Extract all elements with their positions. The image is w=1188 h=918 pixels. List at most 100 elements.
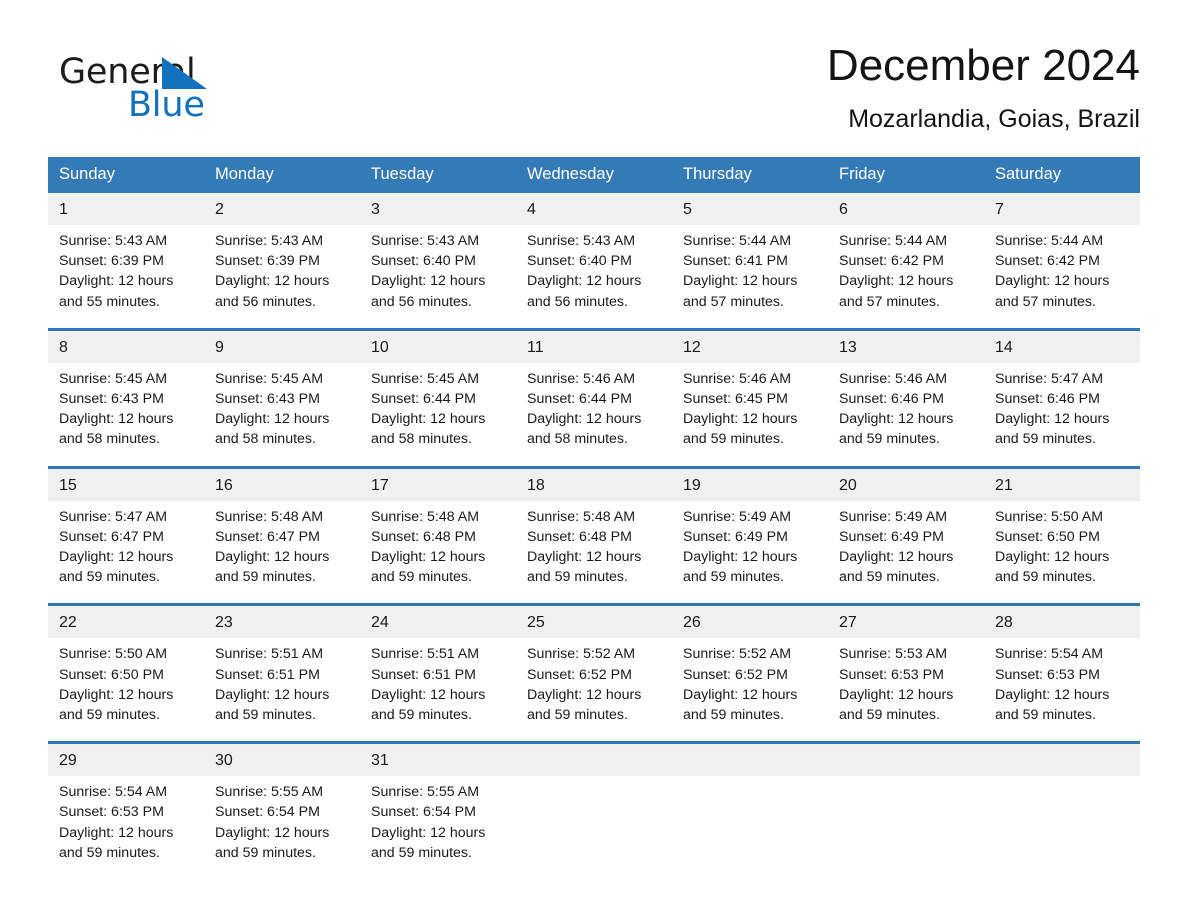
day-number: 24 [360, 606, 516, 639]
day-details: Sunrise: 5:53 AM Sunset: 6:53 PM Dayligh… [839, 646, 954, 724]
day-details [828, 776, 984, 886]
day-cell[interactable]: 28 Sunrise: 5:54 AM Sunset: 6:53 PM Dayl… [984, 603, 1140, 743]
day-cell[interactable]: 13 Sunrise: 5:46 AM Sunset: 6:46 PM Dayl… [828, 327, 984, 468]
day-details: Sunrise: 5:44 AM Sunset: 6:42 PM Dayligh… [995, 233, 1110, 310]
day-details: Sunrise: 5:46 AM Sunset: 6:46 PM Dayligh… [839, 370, 954, 448]
day-cell[interactable]: 11 Sunrise: 5:46 AM Sunset: 6:44 PM Dayl… [516, 327, 672, 468]
day-number: 11 [516, 330, 672, 363]
day-details: Sunrise: 5:48 AM Sunset: 6:47 PM Dayligh… [215, 508, 330, 586]
day-details [984, 776, 1140, 886]
day-number: 27 [828, 606, 984, 639]
day-details: Sunrise: 5:48 AM Sunset: 6:48 PM Dayligh… [527, 508, 642, 586]
day-cell-empty [828, 741, 984, 887]
weekday-header-wednesday: Wednesday [516, 157, 672, 193]
calendar-body: 1 Sunrise: 5:43 AM Sunset: 6:39 PM Dayli… [48, 193, 1140, 887]
day-number: 20 [828, 468, 984, 501]
day-details: Sunrise: 5:48 AM Sunset: 6:48 PM Dayligh… [371, 508, 486, 586]
day-cell[interactable]: 30 Sunrise: 5:55 AM Sunset: 6:54 PM Dayl… [204, 741, 360, 887]
day-details [672, 776, 828, 886]
calendar-header-row: Sunday Monday Tuesday Wednesday Thursday… [48, 157, 1140, 193]
day-details: Sunrise: 5:51 AM Sunset: 6:51 PM Dayligh… [371, 646, 486, 724]
day-cell[interactable]: 27 Sunrise: 5:53 AM Sunset: 6:53 PM Dayl… [828, 603, 984, 743]
day-cell[interactable]: 2 Sunrise: 5:43 AM Sunset: 6:39 PM Dayli… [204, 193, 360, 330]
day-number: 18 [516, 468, 672, 501]
day-number: 3 [360, 193, 516, 225]
day-cell[interactable]: 16 Sunrise: 5:48 AM Sunset: 6:47 PM Dayl… [204, 465, 360, 605]
day-number: 19 [672, 468, 828, 501]
day-details: Sunrise: 5:49 AM Sunset: 6:49 PM Dayligh… [683, 508, 798, 586]
day-cell[interactable]: 10 Sunrise: 5:45 AM Sunset: 6:44 PM Dayl… [360, 327, 516, 468]
calendar-table: Sunday Monday Tuesday Wednesday Thursday… [48, 157, 1140, 887]
generalblue-logo[interactable]: General Blue [59, 52, 319, 136]
page-title: December 2024 [826, 41, 1140, 90]
day-cell[interactable]: 29 Sunrise: 5:54 AM Sunset: 6:53 PM Dayl… [48, 741, 204, 887]
weekday-header-friday: Friday [828, 157, 984, 193]
day-number [672, 744, 828, 777]
day-number: 8 [48, 330, 204, 363]
day-number: 13 [828, 330, 984, 363]
day-cell[interactable]: 20 Sunrise: 5:49 AM Sunset: 6:49 PM Dayl… [828, 465, 984, 605]
day-cell[interactable]: 4 Sunrise: 5:43 AM Sunset: 6:40 PM Dayli… [516, 193, 672, 330]
day-cell[interactable]: 5 Sunrise: 5:44 AM Sunset: 6:41 PM Dayli… [672, 193, 828, 330]
day-cell[interactable]: 7 Sunrise: 5:44 AM Sunset: 6:42 PM Dayli… [984, 193, 1140, 330]
day-cell[interactable]: 19 Sunrise: 5:49 AM Sunset: 6:49 PM Dayl… [672, 465, 828, 605]
day-details: Sunrise: 5:45 AM Sunset: 6:43 PM Dayligh… [59, 370, 174, 448]
day-number [516, 744, 672, 777]
day-number: 9 [204, 330, 360, 363]
day-cell[interactable]: 23 Sunrise: 5:51 AM Sunset: 6:51 PM Dayl… [204, 603, 360, 743]
day-details: Sunrise: 5:47 AM Sunset: 6:46 PM Dayligh… [995, 370, 1110, 448]
day-number: 25 [516, 606, 672, 639]
day-details: Sunrise: 5:43 AM Sunset: 6:39 PM Dayligh… [59, 233, 174, 310]
calendar-week-row: 1 Sunrise: 5:43 AM Sunset: 6:39 PM Dayli… [48, 193, 1140, 330]
day-cell[interactable]: 31 Sunrise: 5:55 AM Sunset: 6:54 PM Dayl… [360, 741, 516, 887]
day-number: 12 [672, 330, 828, 363]
day-cell[interactable]: 8 Sunrise: 5:45 AM Sunset: 6:43 PM Dayli… [48, 327, 204, 468]
day-cell[interactable]: 25 Sunrise: 5:52 AM Sunset: 6:52 PM Dayl… [516, 603, 672, 743]
calendar-week-row: 15 Sunrise: 5:47 AM Sunset: 6:47 PM Dayl… [48, 465, 1140, 605]
weekday-header-sunday: Sunday [48, 157, 204, 193]
day-details: Sunrise: 5:44 AM Sunset: 6:41 PM Dayligh… [683, 233, 798, 310]
day-cell-empty [984, 741, 1140, 887]
day-cell[interactable]: 14 Sunrise: 5:47 AM Sunset: 6:46 PM Dayl… [984, 327, 1140, 468]
day-number: 2 [204, 193, 360, 225]
day-number: 28 [984, 606, 1140, 639]
day-details: Sunrise: 5:50 AM Sunset: 6:50 PM Dayligh… [59, 646, 174, 724]
weekday-header-tuesday: Tuesday [360, 157, 516, 193]
day-number [984, 744, 1140, 777]
day-details [516, 776, 672, 886]
day-cell[interactable]: 22 Sunrise: 5:50 AM Sunset: 6:50 PM Dayl… [48, 603, 204, 743]
day-cell[interactable]: 26 Sunrise: 5:52 AM Sunset: 6:52 PM Dayl… [672, 603, 828, 743]
calendar-week-row: 8 Sunrise: 5:45 AM Sunset: 6:43 PM Dayli… [48, 327, 1140, 468]
calendar-week-row: 22 Sunrise: 5:50 AM Sunset: 6:50 PM Dayl… [48, 603, 1140, 743]
day-number: 17 [360, 468, 516, 501]
day-details: Sunrise: 5:46 AM Sunset: 6:45 PM Dayligh… [683, 370, 798, 448]
day-details: Sunrise: 5:46 AM Sunset: 6:44 PM Dayligh… [527, 370, 642, 448]
day-cell[interactable]: 3 Sunrise: 5:43 AM Sunset: 6:40 PM Dayli… [360, 193, 516, 330]
weekday-header-monday: Monday [204, 157, 360, 193]
day-cell[interactable]: 12 Sunrise: 5:46 AM Sunset: 6:45 PM Dayl… [672, 327, 828, 468]
day-cell[interactable]: 6 Sunrise: 5:44 AM Sunset: 6:42 PM Dayli… [828, 193, 984, 330]
calendar-week-row: 29 Sunrise: 5:54 AM Sunset: 6:53 PM Dayl… [48, 741, 1140, 887]
day-cell[interactable]: 24 Sunrise: 5:51 AM Sunset: 6:51 PM Dayl… [360, 603, 516, 743]
day-cell-empty [672, 741, 828, 887]
calendar-grid: Sunday Monday Tuesday Wednesday Thursday… [48, 157, 1140, 887]
logo-text-blue: Blue [128, 85, 205, 125]
day-cell[interactable]: 9 Sunrise: 5:45 AM Sunset: 6:43 PM Dayli… [204, 327, 360, 468]
day-number [828, 744, 984, 777]
day-cell[interactable]: 17 Sunrise: 5:48 AM Sunset: 6:48 PM Dayl… [360, 465, 516, 605]
day-cell[interactable]: 21 Sunrise: 5:50 AM Sunset: 6:50 PM Dayl… [984, 465, 1140, 605]
day-cell[interactable]: 1 Sunrise: 5:43 AM Sunset: 6:39 PM Dayli… [48, 193, 204, 330]
day-details: Sunrise: 5:55 AM Sunset: 6:54 PM Dayligh… [215, 784, 330, 861]
day-details: Sunrise: 5:54 AM Sunset: 6:53 PM Dayligh… [59, 784, 174, 861]
day-cell-empty [516, 741, 672, 887]
weekday-header-thursday: Thursday [672, 157, 828, 193]
day-details: Sunrise: 5:43 AM Sunset: 6:40 PM Dayligh… [371, 233, 486, 310]
day-number: 4 [516, 193, 672, 225]
day-number: 15 [48, 468, 204, 501]
day-number: 29 [48, 744, 204, 777]
day-details: Sunrise: 5:52 AM Sunset: 6:52 PM Dayligh… [527, 646, 642, 724]
day-number: 5 [672, 193, 828, 225]
day-number: 14 [984, 330, 1140, 363]
day-cell[interactable]: 18 Sunrise: 5:48 AM Sunset: 6:48 PM Dayl… [516, 465, 672, 605]
day-cell[interactable]: 15 Sunrise: 5:47 AM Sunset: 6:47 PM Dayl… [48, 465, 204, 605]
